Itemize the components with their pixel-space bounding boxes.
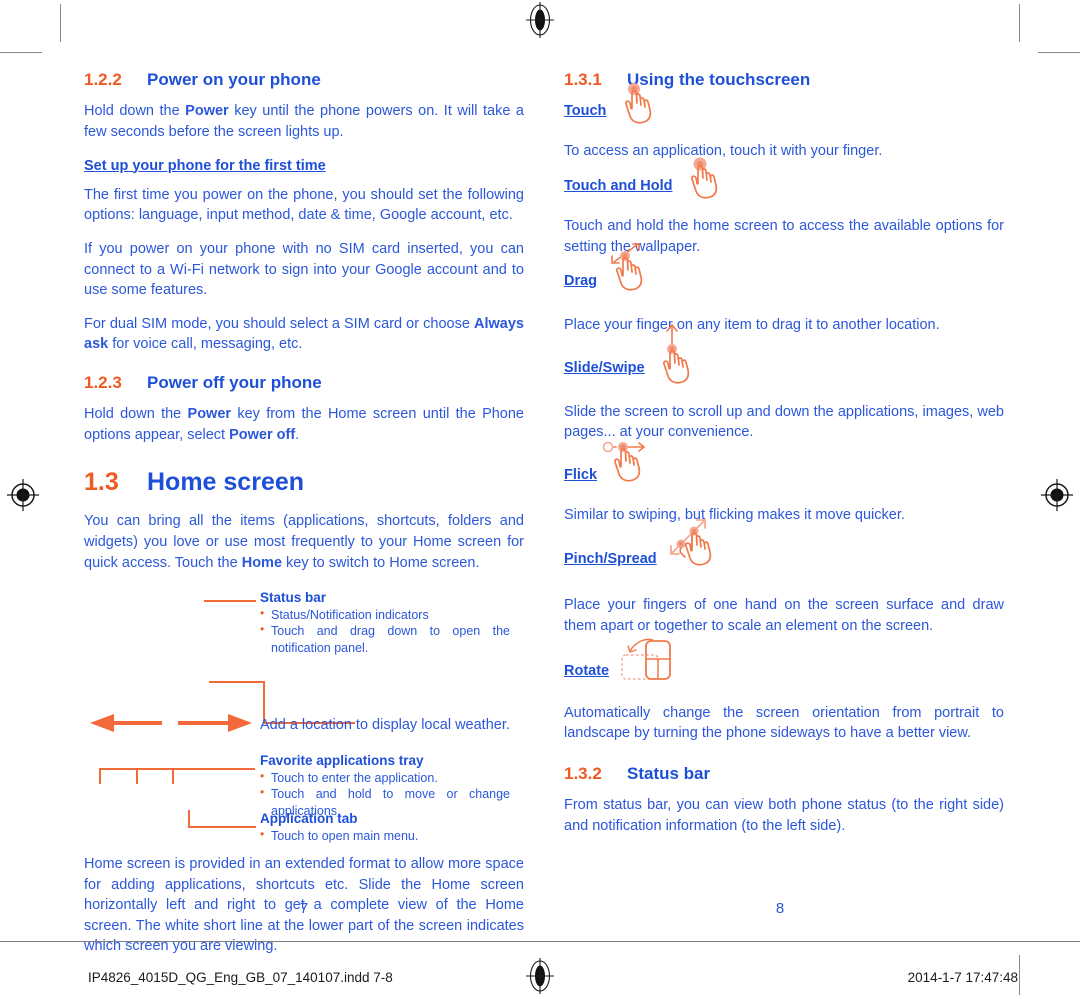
gesture-description-flick: Similar to swiping, but flicking makes i… — [564, 506, 905, 523]
paragraph-power-on: Hold down the Power key until the phone … — [84, 103, 524, 140]
paragraph-power-off: Hold down the Power key from the Home sc… — [84, 406, 524, 443]
gesture-term: Rotate — [564, 662, 610, 679]
paragraph-status-bar: From status bar, you can view both phone… — [564, 797, 1004, 834]
callout-leader-status-bar — [204, 600, 256, 603]
gesture-term: Touch — [564, 103, 607, 120]
section-title: Home screen — [147, 468, 305, 497]
section-title: Power off your phone — [147, 372, 322, 392]
gesture-term: Pinch/Spread — [564, 551, 657, 568]
registration-eye-icon-footer — [526, 958, 554, 994]
heading-power-off: 1.2.3 Power off your phone — [84, 373, 524, 393]
gesture-description-drag: Place your finger on any item to drag it… — [564, 317, 940, 334]
crop-line-right — [1019, 4, 1020, 42]
section-title: Power on your phone — [147, 70, 321, 89]
paragraph-no-sim: If you power on your phone with no SIM c… — [84, 241, 524, 299]
paragraph-dual-sim: For dual SIM mode, you should select a S… — [84, 315, 524, 353]
gesture-pinch-spread: Pinch/Spread — [564, 519, 1004, 575]
gesture-touch: Touch — [564, 83, 1004, 127]
gesture-flick: Flick — [564, 441, 1004, 491]
crop-line-top-right — [1038, 52, 1080, 53]
heading-power-on: 1.2.2 Power on your phone — [84, 70, 524, 90]
gesture-touch-and-hold: Touch and Hold — [564, 157, 1004, 202]
callout-block-status-bar: Status bar Status/Notification indicator… — [260, 589, 510, 656]
callout-bracket-tick — [99, 768, 101, 785]
gesture-term: Drag — [564, 273, 598, 290]
callout-leader-weather-top — [209, 681, 265, 684]
arrow-right-icon — [178, 714, 252, 733]
section-number: 1.3.2 — [564, 763, 602, 783]
gesture-term: Touch and Hold — [564, 177, 673, 194]
gesture-description-pinch-spread: Place your fingers of one hand on the sc… — [564, 597, 1004, 635]
right-page-column: 1.3.1 Using the touchscreen Touch To acc… — [564, 70, 1004, 836]
callout-list-item: Touch to enter the application. — [260, 769, 510, 787]
page-number-left: 7 — [299, 900, 309, 917]
gesture-term: Slide/Swipe — [564, 359, 645, 376]
gesture-description-rotate: Automatically change the screen orientat… — [564, 704, 1004, 742]
registration-target-icon-left — [7, 479, 39, 511]
section-title: Status bar — [627, 763, 711, 783]
gesture-term: Flick — [564, 466, 598, 483]
callout-bracket-favorites — [99, 768, 255, 771]
crop-line-left — [60, 4, 61, 42]
section-number: 1.3 — [84, 468, 119, 497]
footer-divider — [0, 941, 1080, 942]
footer-timestamp: 2014-1-7 17:47:48 — [907, 970, 1018, 985]
paragraph-first-time: The first time you power on the phone, y… — [84, 186, 524, 224]
crop-line-top-left — [0, 52, 42, 53]
callout-list-item: Status/Notification indicators — [260, 606, 510, 624]
lead-in-setup-wrapper: Set up your phone for the first time — [84, 156, 524, 185]
callout-list: Touch to open main menu. — [260, 827, 510, 845]
gesture-description-slide-swipe: Slide the screen to scroll up and down t… — [564, 403, 1004, 441]
callout-list-item: Touch to open main menu. — [260, 827, 510, 845]
lead-in-setup: Set up your phone for the first time — [84, 157, 326, 174]
callout-leader-apptab-horizontal — [188, 826, 256, 829]
crop-line-footer-right — [1019, 955, 1020, 995]
callout-title: Status bar — [260, 590, 327, 606]
callout-block-apptab: Application tab Touch to open main menu. — [260, 810, 510, 844]
page-number-right: 8 — [775, 900, 785, 917]
callout-list: Status/Notification indicators Touch and… — [260, 606, 510, 657]
callout-bracket-tick — [136, 768, 138, 785]
home-screen-callout-diagram: Status bar Status/Notification indicator… — [84, 586, 524, 843]
paragraph-home-intro: You can bring all the items (application… — [84, 513, 524, 571]
heading-status-bar: 1.3.2 Status bar — [564, 764, 1004, 784]
heading-home-screen: 1.3 Home screen — [84, 467, 524, 497]
gesture-slide-swipe: Slide/Swipe — [564, 323, 1004, 384]
footer-file-name: IP4826_4015D_QG_Eng_GB_07_140107.indd 7-… — [88, 970, 393, 985]
callout-title: Favorite applications tray — [260, 753, 424, 769]
registration-eye-icon-top — [526, 2, 554, 38]
section-number: 1.2.2 — [84, 70, 122, 89]
left-page-column: 1.2.2 Power on your phone Hold down the … — [84, 70, 524, 957]
callout-weather-text: Add a location to display local weather. — [260, 717, 510, 734]
gesture-drag: Drag — [564, 243, 1004, 297]
gesture-rotate: Rotate — [564, 638, 1004, 687]
callout-block-favorites: Favorite applications tray Touch to ente… — [260, 752, 510, 819]
registration-target-icon-right — [1041, 479, 1073, 511]
section-number: 1.2.3 — [84, 372, 122, 392]
arrow-left-icon — [90, 714, 162, 733]
gesture-description-touch: To access an application, touch it with … — [564, 143, 883, 160]
callout-title: Application tab — [260, 811, 358, 827]
callout-bracket-tick — [172, 768, 174, 785]
callout-list-item: Touch and drag down to open the notifica… — [260, 622, 510, 656]
